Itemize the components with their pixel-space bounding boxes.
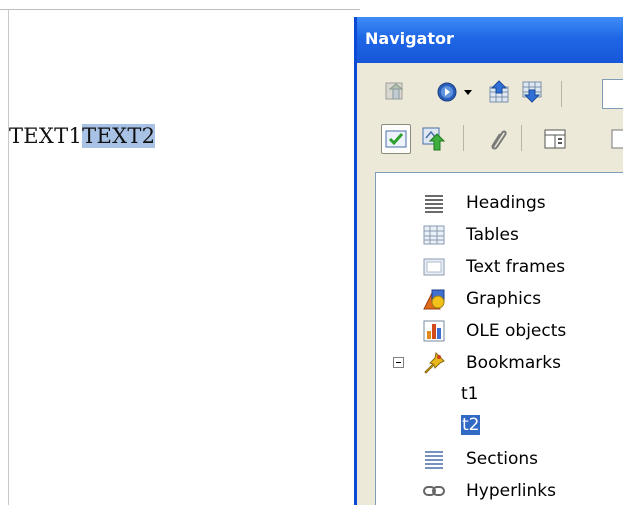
- graphics-icon: [423, 289, 445, 310]
- next-icon: [522, 81, 542, 103]
- reminder-icon: [491, 130, 507, 150]
- document-text-plain[interactable]: TEXT1: [9, 124, 82, 148]
- tree-item-label: Hyperlinks: [466, 481, 557, 501]
- toggle-content-icon: [385, 82, 404, 100]
- tree-item-sections[interactable]: Sections: [376, 445, 623, 473]
- more-tools-icon: [611, 129, 623, 149]
- headings-icon: [425, 195, 443, 213]
- document-text-selected[interactable]: TEXT2: [82, 124, 156, 148]
- tree-item-tables[interactable]: Tables: [376, 221, 623, 249]
- tree-item-label: OLE objects: [466, 321, 567, 341]
- toolbar-separator-2: [463, 125, 464, 151]
- tree-item-graphics[interactable]: Graphics: [376, 285, 623, 313]
- navigator-tree[interactable]: Headings Tables Text frames Graphics OLE…: [375, 172, 623, 505]
- reminder-button[interactable]: [482, 124, 512, 154]
- tree-item-headings[interactable]: Headings: [376, 189, 623, 217]
- text-frames-icon: [423, 258, 445, 276]
- tree-item-label: Headings: [466, 193, 546, 213]
- bookmark-item-t2[interactable]: t2: [461, 415, 481, 435]
- navigator-titlebar[interactable]: Navigator: [357, 17, 623, 63]
- heading-level-button[interactable]: [540, 124, 570, 154]
- drag-mode-icon: [422, 127, 446, 151]
- tree-item-label: Graphics: [466, 289, 542, 309]
- toolbar-separator-3: [521, 125, 522, 151]
- content-view-button[interactable]: [381, 124, 411, 154]
- navigation-button[interactable]: [432, 77, 462, 107]
- document-top-border: [0, 9, 360, 10]
- navigator-toolbar-1: [357, 77, 623, 113]
- bookmarks-icon: [424, 351, 445, 374]
- toolbar-separator: [561, 81, 562, 107]
- previous-icon: [489, 80, 509, 103]
- document-text[interactable]: TEXT1TEXT2: [9, 124, 156, 148]
- sections-icon: [425, 451, 443, 469]
- tree-item-label: Sections: [466, 449, 539, 469]
- bookmark-item-t1[interactable]: t1: [461, 384, 478, 404]
- ole-objects-icon: [423, 320, 445, 342]
- more-tools-button[interactable]: [604, 124, 623, 154]
- collapse-toggle[interactable]: [393, 357, 404, 368]
- tree-item-text-frames[interactable]: Text frames: [376, 253, 623, 281]
- tree-item-label: Text frames: [466, 257, 566, 277]
- navigator-combobox[interactable]: [602, 79, 623, 109]
- navigator-toolbar-2: [357, 121, 623, 157]
- tables-icon: [423, 225, 445, 245]
- navigator-window[interactable]: Navigator Headings Tables Text frames Gr…: [354, 17, 623, 505]
- headings-icon: [544, 129, 566, 149]
- document-left-border: [8, 9, 9, 505]
- dropdown-arrow-icon: [464, 90, 472, 95]
- drag-mode-button[interactable]: [419, 124, 449, 154]
- navigator-title: Navigator: [365, 29, 454, 48]
- content-view-icon: [385, 130, 407, 148]
- navigation-dropdown[interactable]: [461, 77, 475, 107]
- tree-item-label: Bookmarks: [466, 353, 561, 373]
- tree-item-hyperlinks[interactable]: Hyperlinks: [376, 477, 623, 505]
- tree-item-ole-objects[interactable]: OLE objects: [376, 317, 623, 345]
- toggle-content-button[interactable]: [381, 77, 411, 107]
- tree-item-bookmarks[interactable]: Bookmarks: [376, 349, 623, 377]
- previous-button[interactable]: [484, 77, 514, 107]
- hyperlinks-icon: [423, 486, 445, 496]
- tree-item-label: Tables: [466, 225, 519, 245]
- navigation-icon: [437, 82, 457, 102]
- next-button[interactable]: [517, 77, 547, 107]
